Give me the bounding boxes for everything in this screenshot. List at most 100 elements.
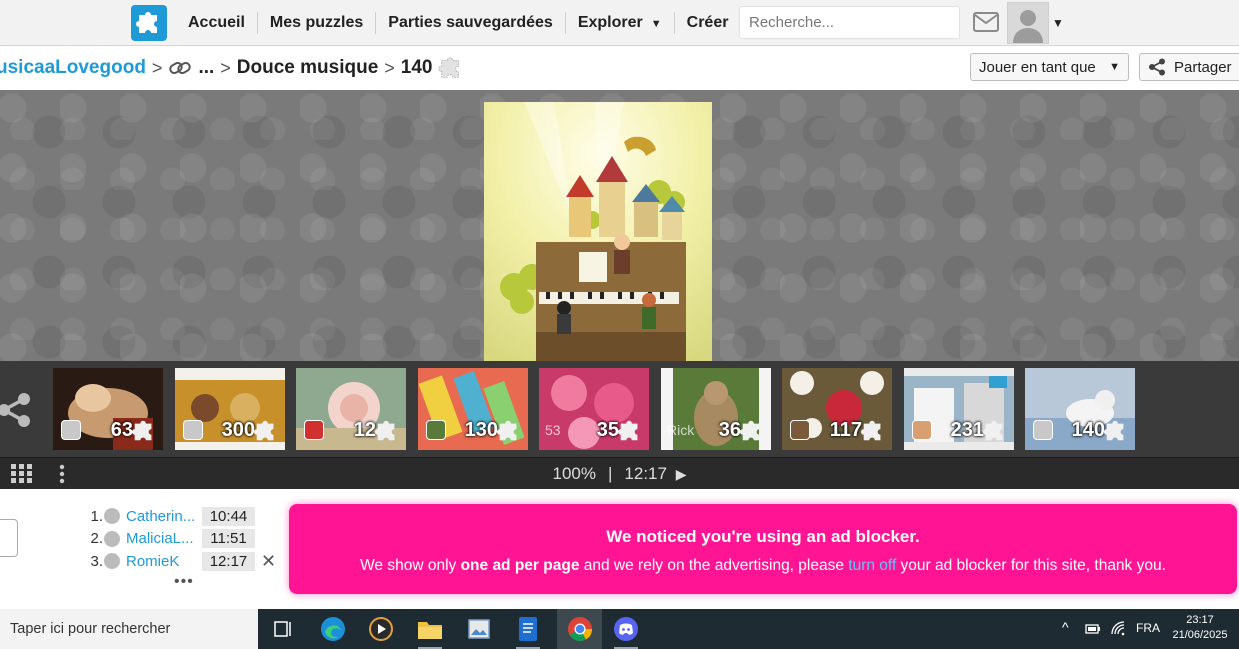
lower-section: 1. Catherin... 10:44 2. MaliciaL... 11:5… bbox=[0, 489, 1239, 609]
avatar bbox=[104, 530, 120, 547]
user-avatar[interactable] bbox=[1007, 2, 1049, 44]
task-view-icon[interactable] bbox=[267, 615, 297, 643]
page-title: Douce musique bbox=[236, 57, 379, 78]
score-user-link[interactable]: MaliciaL... bbox=[126, 530, 202, 547]
avatar bbox=[790, 420, 810, 440]
thumb-piece-count: 231 bbox=[950, 419, 984, 441]
logo-puzzle-icon[interactable] bbox=[131, 5, 167, 41]
side-button[interactable] bbox=[0, 519, 18, 557]
language-indicator[interactable]: FRA bbox=[1136, 621, 1160, 635]
puzzle-thumb[interactable]: 130 bbox=[418, 368, 528, 450]
chevron-down-icon[interactable]: ▼ bbox=[1052, 16, 1064, 30]
thumb-piece-count: 35 bbox=[596, 419, 619, 441]
avatar bbox=[304, 420, 324, 440]
chevron-right-icon: > bbox=[151, 57, 163, 78]
breadcrumb-ellipsis[interactable]: ... bbox=[198, 57, 214, 79]
nav-my-puzzles[interactable]: Mes puzzles bbox=[258, 12, 377, 34]
nav-explore[interactable]: Explorer ▼ bbox=[566, 12, 675, 34]
turn-off-link[interactable]: turn off bbox=[848, 557, 896, 574]
chrome-browser-icon[interactable] bbox=[557, 609, 602, 649]
score-rank: 1. bbox=[90, 507, 103, 525]
taskbar-search[interactable]: Taper ici pour rechercher bbox=[0, 609, 258, 649]
photos-app-icon[interactable] bbox=[464, 615, 494, 643]
puzzle-piece-icon bbox=[860, 420, 881, 441]
nav-home[interactable]: Accueil bbox=[176, 12, 258, 34]
puzzle-thumb[interactable]: 140 bbox=[1025, 368, 1135, 450]
wifi-icon[interactable] bbox=[1110, 621, 1126, 637]
piece-count: 140 bbox=[400, 57, 433, 78]
adblock-text: your ad blocker for this site, thank you… bbox=[896, 557, 1166, 574]
puzzle-thumb[interactable]: 53 35 bbox=[539, 368, 649, 450]
breadcrumb-user-link[interactable]: usicaaLovegood bbox=[0, 57, 146, 79]
puzzle-thumb[interactable]: 63 bbox=[53, 368, 163, 450]
adblock-notice: We noticed you're using an ad blocker. W… bbox=[289, 504, 1237, 594]
puzzle-piece-icon bbox=[617, 420, 638, 441]
link-icon[interactable] bbox=[168, 58, 192, 78]
puzzle-thumb[interactable]: 300 bbox=[175, 368, 285, 450]
avatar bbox=[183, 420, 203, 440]
stats-separator: | bbox=[608, 464, 613, 483]
chevron-down-icon: ▼ bbox=[650, 18, 662, 30]
puzzle-thumb[interactable]: 12 bbox=[296, 368, 406, 450]
stats-display: 100% | 12:17 ▶ bbox=[0, 464, 1239, 484]
breadcrumb: usicaaLovegood > ... > Douce musique > 1… bbox=[0, 46, 464, 90]
more-scores-button[interactable]: ••• bbox=[174, 573, 194, 591]
document-app-icon[interactable] bbox=[513, 615, 543, 649]
thumb-user-name: 53 bbox=[545, 422, 561, 438]
nav-create[interactable]: Créer bbox=[675, 12, 741, 34]
avatar bbox=[104, 508, 120, 525]
avatar bbox=[61, 420, 81, 440]
adblock-text-bold: one ad per page bbox=[460, 557, 580, 574]
leaderboard: 1. Catherin... 10:44 2. MaliciaL... 11:5… bbox=[89, 505, 276, 573]
related-puzzles-strip: 63 300 12 130 53 35 Rick 36 117 231 140 bbox=[0, 361, 1239, 457]
score-time: 11:51 bbox=[202, 529, 255, 549]
share-button[interactable]: Partager bbox=[1139, 53, 1239, 81]
timer: 12:17 bbox=[624, 464, 667, 483]
puzzle-piece-icon bbox=[131, 420, 152, 441]
leaderboard-row: 1. Catherin... 10:44 bbox=[89, 505, 276, 528]
breadcrumb-bar: usicaaLovegood > ... > Douce musique > 1… bbox=[0, 46, 1239, 90]
control-bar: 100% | 12:17 ▶ bbox=[0, 457, 1239, 489]
play-as-label: Jouer en tant que bbox=[979, 58, 1096, 76]
user-silhouette-icon bbox=[1013, 10, 1043, 43]
nav-links: Accueil Mes puzzles Parties sauvegardées… bbox=[176, 0, 740, 46]
puzzle-thumb[interactable]: Rick 36 bbox=[661, 368, 771, 450]
puzzle-thumb[interactable]: 231 bbox=[904, 368, 1014, 450]
battery-icon[interactable] bbox=[1085, 622, 1101, 636]
puzzle-thumb[interactable]: 117 bbox=[782, 368, 892, 450]
thumb-piece-count: 36 bbox=[718, 419, 741, 441]
thumb-piece-count: 130 bbox=[464, 419, 498, 441]
mail-icon[interactable] bbox=[973, 12, 999, 32]
chevron-up-icon[interactable]: ^ bbox=[1062, 619, 1069, 635]
puzzle-piece-icon bbox=[982, 420, 1003, 441]
adblock-text: and we rely on the advertising, please bbox=[579, 557, 849, 574]
play-icon[interactable]: ▶ bbox=[676, 466, 687, 482]
system-clock[interactable]: 23:17 21/06/2025 bbox=[1170, 613, 1230, 643]
puzzle-piece-icon bbox=[374, 420, 395, 441]
thumb-user-name: Rick bbox=[667, 422, 695, 438]
avatar bbox=[1033, 420, 1053, 440]
clock-date: 21/06/2025 bbox=[1172, 629, 1228, 641]
nav-saved-games[interactable]: Parties sauvegardées bbox=[376, 12, 566, 34]
chevron-down-icon: ▼ bbox=[1109, 61, 1120, 73]
thumb-piece-count: 117 bbox=[829, 419, 862, 441]
score-user-link[interactable]: RomieK bbox=[126, 553, 202, 570]
file-explorer-icon[interactable] bbox=[415, 615, 445, 649]
thumb-piece-count: 140 bbox=[1071, 419, 1105, 441]
score-time: 12:17 bbox=[202, 551, 255, 571]
play-as-dropdown[interactable]: Jouer en tant que ▼ bbox=[970, 53, 1129, 81]
puzzle-piece-icon bbox=[496, 420, 517, 441]
chevron-right-icon: > bbox=[220, 57, 231, 78]
edge-browser-icon[interactable] bbox=[318, 615, 348, 643]
share-icon[interactable] bbox=[0, 391, 34, 429]
puzzle-preview-image[interactable] bbox=[484, 102, 712, 361]
close-icon[interactable]: ✕ bbox=[261, 551, 276, 572]
thumb-piece-count: 63 bbox=[110, 419, 133, 441]
search-input[interactable] bbox=[739, 6, 960, 39]
adblock-title: We noticed you're using an ad blocker. bbox=[606, 527, 920, 546]
media-player-icon[interactable] bbox=[366, 615, 396, 643]
discord-app-icon[interactable] bbox=[611, 615, 641, 649]
leaderboard-row: 2. MaliciaL... 11:51 bbox=[89, 528, 276, 551]
puzzle-stage[interactable] bbox=[0, 90, 1239, 361]
score-user-link[interactable]: Catherin... bbox=[126, 508, 202, 525]
